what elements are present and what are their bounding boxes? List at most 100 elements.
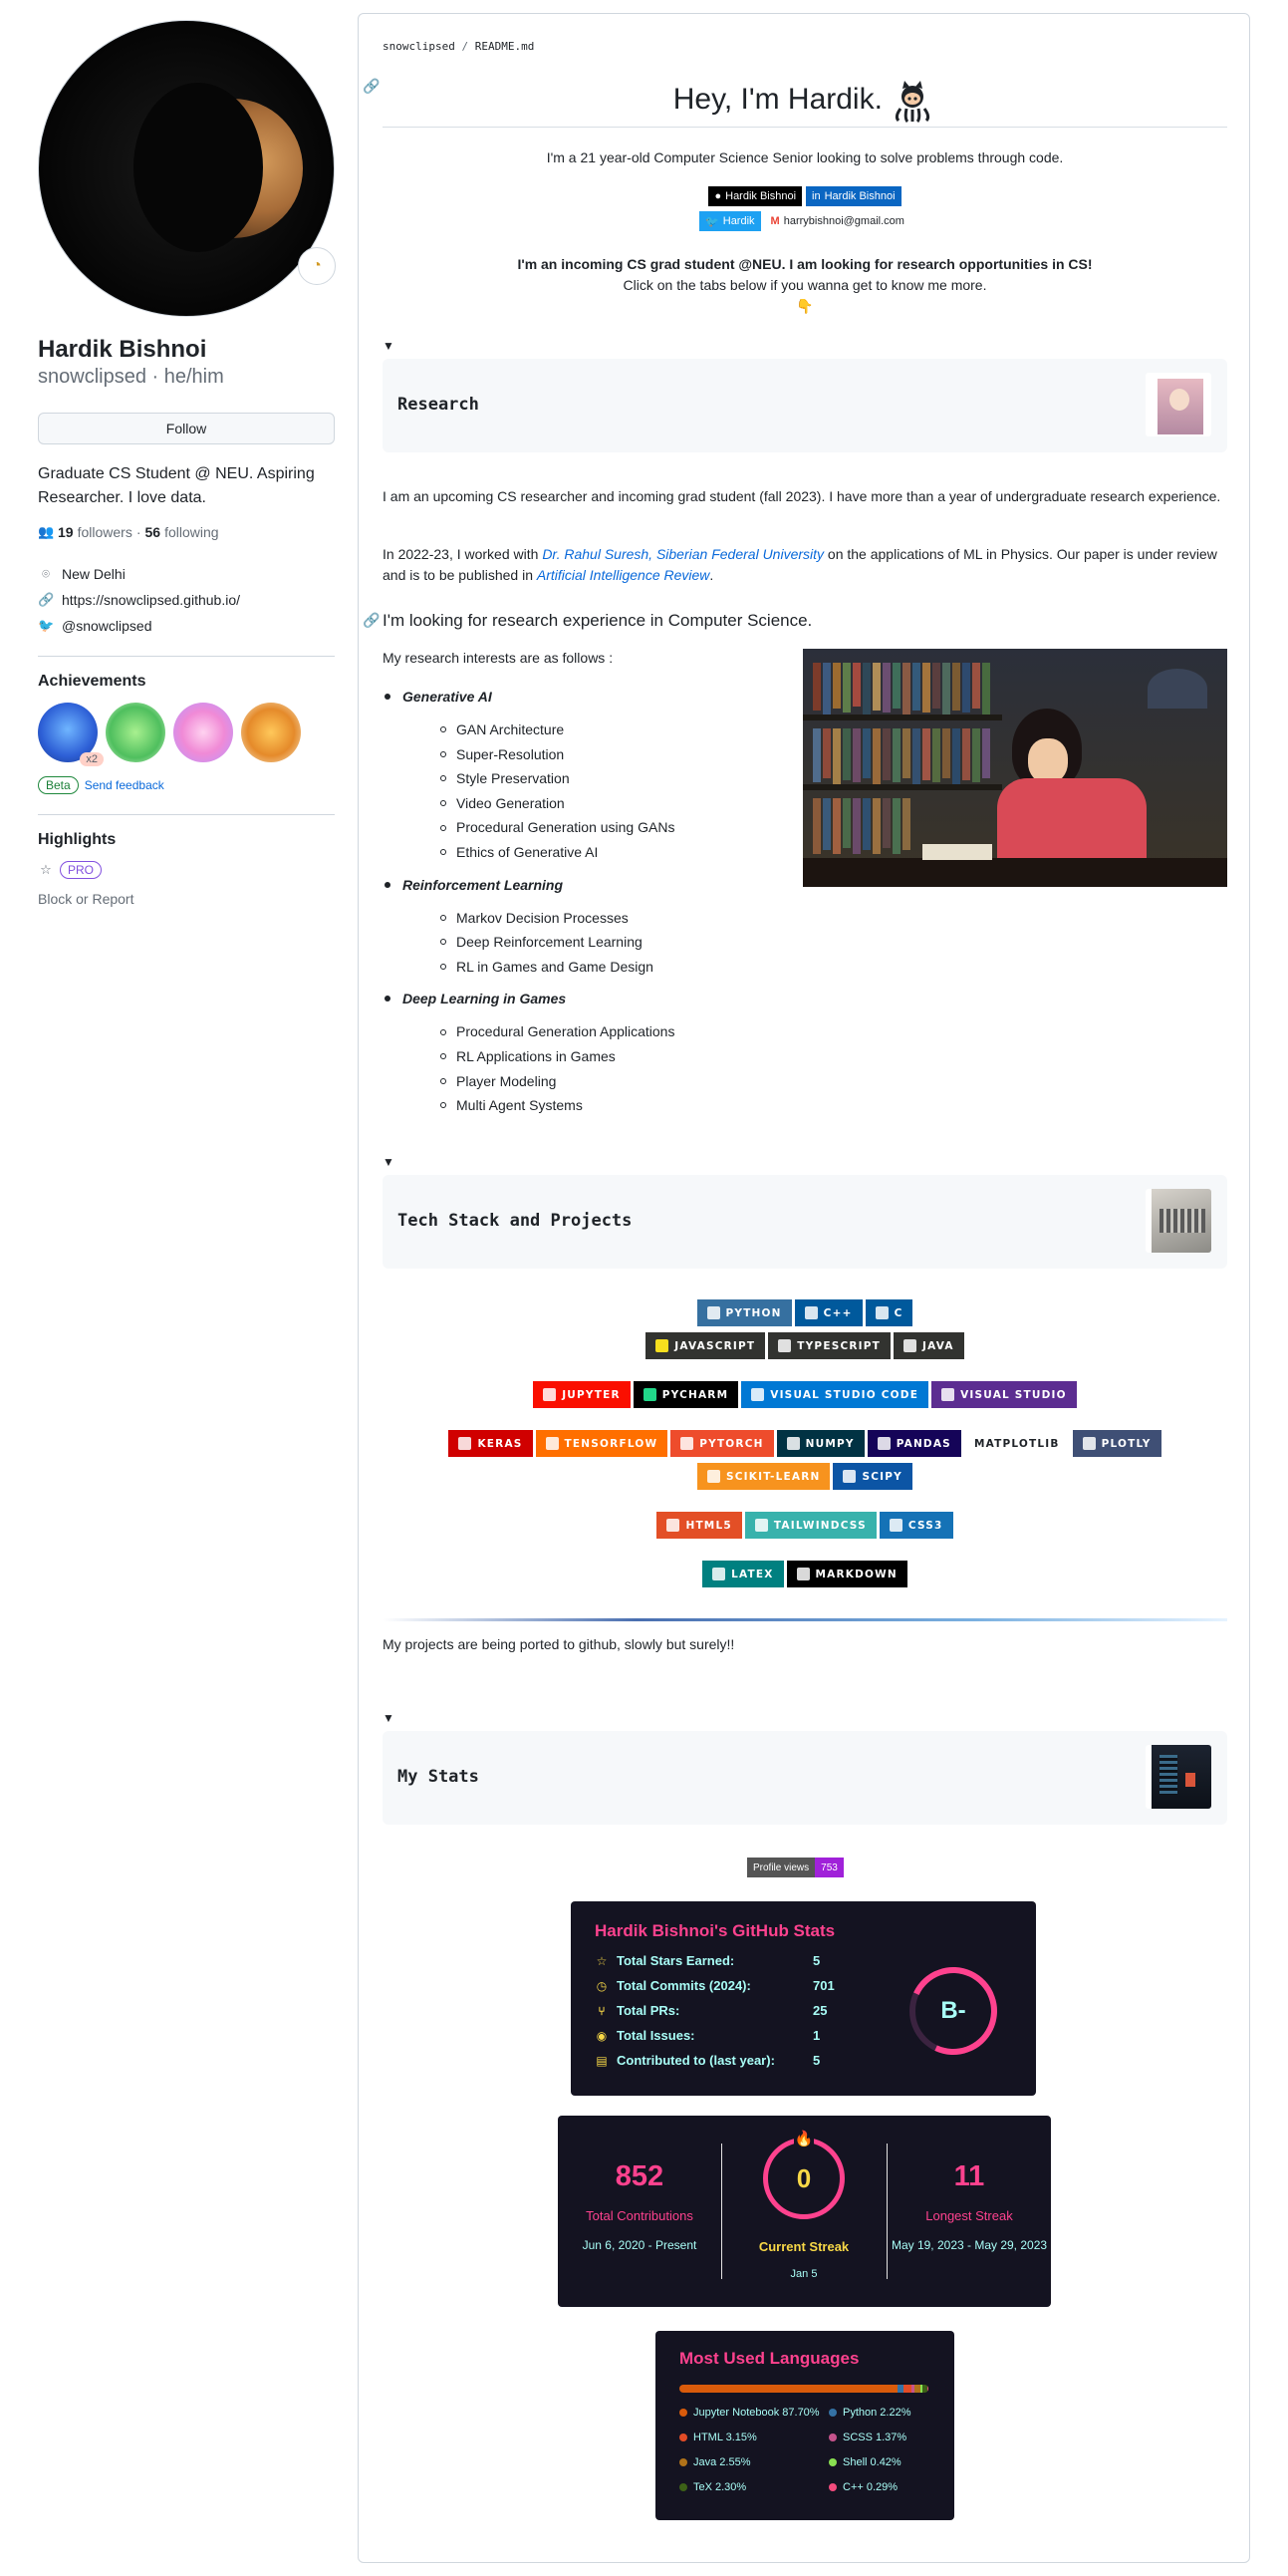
scikit-learn-icon xyxy=(707,1470,721,1483)
stat-label: Total Issues: xyxy=(617,2028,695,2043)
bullet xyxy=(385,996,390,1002)
tech-row: HTML5 TAILWINDCSS CSS3 xyxy=(383,1512,1227,1539)
profile-sidebar: ◔ Hardik Bishnoi snowclipsed · he/him Fo… xyxy=(38,20,339,907)
following-link[interactable]: following xyxy=(164,524,218,540)
language-label: Shell 0.42% xyxy=(843,2456,902,2468)
journal-link[interactable]: Artificial Intelligence Review xyxy=(537,567,710,583)
issue-icon: ◉ xyxy=(596,2028,608,2043)
followers-count[interactable]: 19 xyxy=(58,524,74,540)
tech-row: SCIKIT-LEARN SCIPY xyxy=(383,1463,1227,1490)
tailwind-icon xyxy=(754,1519,768,1532)
python-icon xyxy=(706,1306,720,1319)
tech-badge-label: SCIPY xyxy=(862,1470,902,1483)
bullet xyxy=(440,1053,446,1060)
dot-separator: · xyxy=(135,524,141,540)
interest-category-label: Reinforcement Learning xyxy=(402,876,564,893)
twitter-item[interactable]: 🐦 @snowclipsed xyxy=(38,616,339,636)
current-streak-label: Current Streak xyxy=(758,2239,850,2254)
interest-category: Reinforcement Learning xyxy=(385,877,674,893)
anchor-link-icon[interactable]: 🔗 xyxy=(363,78,380,95)
email-shield[interactable]: Mharrybishnoi@gmail.com xyxy=(764,211,910,231)
readme-heading-text: Hey, I'm Hardik. xyxy=(672,82,883,116)
stat-label: Contributed to (last year): xyxy=(617,2053,775,2068)
research-para-2: In 2022-23, I worked with Dr. Rahul Sure… xyxy=(383,544,1221,586)
twitter-shield[interactable]: 🐦 Hardik xyxy=(699,211,761,231)
status-emoji-button[interactable]: ◔ xyxy=(298,247,336,285)
avatar[interactable] xyxy=(38,20,335,317)
achievements-heading[interactable]: Achievements xyxy=(38,673,339,691)
stats-toggle[interactable]: ▼ xyxy=(383,1711,394,1725)
following-count[interactable]: 56 xyxy=(145,524,161,540)
twitter-link[interactable]: @snowclipsed xyxy=(62,616,151,636)
pro-pill: PRO xyxy=(60,861,103,879)
bullet xyxy=(440,750,446,757)
research-toggle[interactable]: ▼ xyxy=(383,339,394,353)
bookshelf-top xyxy=(813,663,990,715)
achievement-badge-yolo[interactable] xyxy=(173,703,233,762)
send-feedback-link[interactable]: Send feedback xyxy=(85,778,164,792)
tech-row: JAVASCRIPT TYPESCRIPT JAVA xyxy=(383,1332,1227,1359)
stat-value: 5 xyxy=(813,1953,821,1968)
bullet xyxy=(440,824,446,831)
shield-row-2: 🐦 Hardik Mharrybishnoi@gmail.com xyxy=(383,211,1227,231)
history-icon: ◷ xyxy=(596,1978,608,1993)
language-label: Java 2.55% xyxy=(693,2456,751,2468)
tech-badge-label: VISUAL STUDIO CODE xyxy=(770,1388,919,1401)
stat-prs: ⑂ Total PRs: xyxy=(595,2003,679,2018)
tech-badge-label: TYPESCRIPT xyxy=(797,1339,882,1352)
tech-badge-label: JUPYTER xyxy=(562,1388,621,1401)
tech-badge-tensorflow: TENSORFLOW xyxy=(535,1430,668,1457)
website-link[interactable]: https://snowclipsed.github.io/ xyxy=(62,590,240,610)
research-summary[interactable]: Research xyxy=(383,359,1227,452)
achievement-badges: x2 xyxy=(38,703,339,766)
followers-link[interactable]: followers xyxy=(78,524,132,540)
interest-item: RL in Games and Game Design xyxy=(385,955,674,980)
tech-badge-label: TAILWINDCSS xyxy=(773,1519,867,1532)
pointer-emoji: 👇 xyxy=(796,298,814,314)
languages-title: Most Used Languages xyxy=(679,2349,860,2368)
follow-button[interactable]: Follow xyxy=(38,413,335,444)
achievement-badge-pair[interactable] xyxy=(106,703,165,762)
block-report-link[interactable]: Block or Report xyxy=(38,891,339,907)
tech-title: Tech Stack and Projects xyxy=(397,1211,633,1231)
tech-badge-jupyter: JUPYTER xyxy=(533,1381,631,1408)
tech-badge-label: LATEX xyxy=(731,1568,774,1580)
breadcrumb-user[interactable]: snowclipsed xyxy=(383,40,455,53)
profile-details: ⌾ New Delhi 🔗 https://snowclipsed.github.i… xyxy=(38,564,339,636)
stat-value: 5 xyxy=(813,2053,821,2068)
numpy-icon xyxy=(786,1437,800,1450)
c-icon xyxy=(875,1306,889,1319)
tech-badge-scipy: SCIPY xyxy=(833,1463,912,1490)
tech-badge-label: SCIKIT-LEARN xyxy=(726,1470,821,1483)
breadcrumb-file[interactable]: README.md xyxy=(475,40,535,53)
stat-stars: ☆ Total Stars Earned: xyxy=(595,1953,735,1968)
research-title: Research xyxy=(397,395,479,415)
anchor-link-icon[interactable]: 🔗 xyxy=(363,612,380,629)
longest-streak-range: May 19, 2023 - May 29, 2023 xyxy=(891,2238,1048,2252)
tech-badge-pandas: PANDAS xyxy=(867,1430,961,1457)
stat-value: 701 xyxy=(813,1978,835,1993)
github-shield[interactable]: ● Hardik Bishnoi xyxy=(708,186,803,206)
tech-toggle[interactable]: ▼ xyxy=(383,1155,394,1169)
lamp xyxy=(1148,669,1207,709)
achievement-badge-quickdraw[interactable] xyxy=(241,703,301,762)
vscode-icon xyxy=(751,1388,765,1401)
achievement-badge-pull-shark[interactable]: x2 xyxy=(38,703,104,766)
beta-feedback: Beta Send feedback xyxy=(38,776,339,794)
tech-summary[interactable]: Tech Stack and Projects xyxy=(383,1175,1227,1269)
interest-item-label: Super-Resolution xyxy=(456,745,565,762)
lofi-girl-image xyxy=(803,649,1227,887)
supervisor-link[interactable]: Dr. Rahul Suresh, Siberian Federal Unive… xyxy=(542,546,824,562)
tech-row: JUPYTER PYCHARM VISUAL STUDIO CODE VISUA… xyxy=(383,1381,1227,1408)
link-icon: 🔗 xyxy=(38,592,55,607)
breadcrumb-separator: / xyxy=(461,40,469,53)
tech-badge-label: JAVASCRIPT xyxy=(674,1339,756,1352)
website-item[interactable]: 🔗 https://snowclipsed.github.io/ xyxy=(38,590,339,610)
octocat-icon xyxy=(896,81,930,123)
javascript-icon xyxy=(655,1339,669,1352)
pycharm-icon xyxy=(643,1388,656,1401)
total-contributions: 852 Total Contributions Jun 6, 2020 - Pr… xyxy=(558,2116,721,2307)
tech-badge-cpp: C++ xyxy=(794,1299,863,1326)
linkedin-shield[interactable]: in Hardik Bishnoi xyxy=(806,186,902,206)
stats-summary[interactable]: My Stats xyxy=(383,1731,1227,1825)
